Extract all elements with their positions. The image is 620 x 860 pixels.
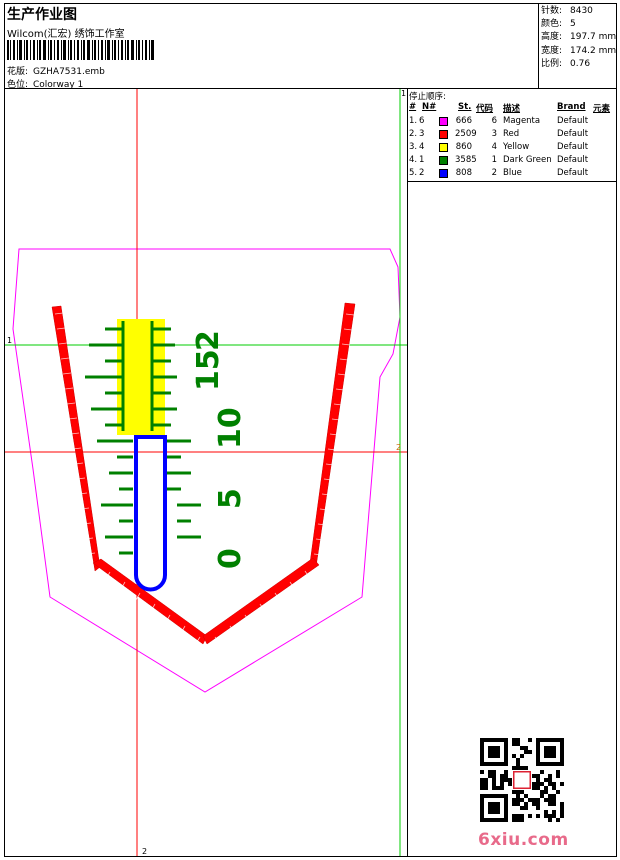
sheet-header: 生产作业图 Wilcom(汇宏) 绣饰工作室 花版: GZHA7531.emb …	[5, 4, 538, 90]
color-stop-row[interactable]: 3. 4 860 4 Yellow Default	[409, 142, 615, 154]
ruler-digit-0: 0	[213, 548, 248, 569]
studio-name: Wilcom(汇宏) 绣饰工作室	[7, 29, 125, 40]
row-description: Red	[503, 129, 520, 139]
ruler-digit-10: 10	[213, 407, 248, 449]
watermark-logo: 6xiu.com	[478, 830, 569, 850]
row-brand: Default	[557, 116, 589, 126]
ruler-digit-15: 15	[191, 349, 226, 391]
stat-stitches: 针数: 8430	[541, 5, 616, 18]
row-code: 3	[491, 129, 497, 139]
row-needle: 3	[419, 129, 425, 139]
stat-scale: 比例: 0.76	[541, 58, 616, 71]
color-stop-row[interactable]: 2. 3 2509 3 Red Default	[409, 129, 615, 141]
header-divider-vertical	[538, 3, 539, 88]
design-file-value: GZHA7531.emb	[33, 67, 105, 77]
row-needle: 2	[419, 168, 425, 178]
col-n: N#	[422, 102, 437, 112]
row-needle: 6	[419, 116, 425, 126]
guide-label-bottom: 2	[142, 847, 147, 856]
magenta-outline	[12, 248, 401, 693]
row-num: 4.	[409, 155, 418, 165]
barcode	[7, 40, 154, 60]
row-brand: Default	[557, 168, 589, 178]
col-brand: Brand	[557, 102, 586, 112]
blue-capsule	[134, 435, 167, 592]
color-swatch	[439, 169, 448, 178]
color-swatch	[439, 143, 448, 152]
row-num: 3.	[409, 142, 418, 152]
color-swatch	[439, 117, 448, 126]
design-file-info: 花版: GZHA7531.emb	[7, 64, 105, 77]
row-stitches: 3585	[455, 155, 477, 165]
qr-code	[480, 738, 564, 822]
stat-value: 174.2 mm	[570, 45, 617, 56]
col-st: St.	[458, 102, 472, 112]
row-num: 5.	[409, 168, 418, 178]
stat-value: 5	[570, 19, 576, 30]
col-elem: 元素	[593, 104, 611, 114]
stat-label: 宽度:	[541, 45, 563, 56]
stat-label: 高度:	[541, 32, 563, 43]
qr-center-logo	[512, 770, 532, 790]
color-stop-row[interactable]: 4. 1 3585 1 Dark Green Default	[409, 155, 615, 167]
row-num: 2.	[409, 129, 418, 139]
col-code: 代码	[476, 104, 494, 114]
stat-width: 宽度: 174.2 mm	[541, 45, 616, 58]
row-code: 4	[491, 142, 497, 152]
row-brand: Default	[557, 155, 589, 165]
col-desc: 描述	[503, 104, 521, 114]
stat-label: 比例:	[541, 58, 563, 69]
stat-label: 针数:	[541, 6, 563, 16]
row-description: Magenta	[503, 116, 541, 126]
row-stitches: 2509	[455, 129, 477, 139]
row-description: Dark Green	[503, 155, 552, 165]
row-stitches: 666	[455, 116, 472, 126]
stat-label: 颜色:	[541, 19, 563, 30]
row-needle: 4	[419, 142, 425, 152]
row-code: 1	[491, 155, 497, 165]
ruler-digit-2: 2	[191, 330, 226, 351]
panel-divider-horizontal	[407, 181, 617, 182]
design-canvas[interactable]: 0 5 10 15 2 1 2 1 2	[5, 89, 407, 856]
stat-value: 197.7 mm	[570, 32, 617, 43]
stat-colors: 颜色: 5	[541, 18, 616, 31]
design-file-label: 花版:	[7, 67, 29, 77]
row-stitches: 860	[455, 142, 472, 152]
stat-value: 8430	[570, 6, 593, 16]
color-swatch	[439, 130, 448, 139]
ruler-digit-5: 5	[213, 488, 248, 509]
row-code: 6	[491, 116, 497, 126]
row-description: Yellow	[503, 142, 530, 152]
page-title: 生产作业图	[7, 7, 77, 23]
guide-label-right: 2	[396, 443, 401, 452]
row-code: 2	[491, 168, 497, 178]
row-stitches: 808	[455, 168, 472, 178]
panel-divider-vertical	[407, 89, 408, 856]
stat-height: 高度: 197.7 mm	[541, 31, 616, 44]
stop-sequence-title: 停止顺序:	[409, 92, 446, 102]
design-stats: 针数: 8430 颜色: 5 高度: 197.7 mm 宽度: 174.2 mm 比例:…	[541, 5, 616, 71]
row-needle: 1	[419, 155, 425, 165]
color-stop-row[interactable]: 5. 2 808 2 Blue Default	[409, 168, 615, 180]
color-stop-row[interactable]: 1. 6 666 6 Magenta Default	[409, 116, 615, 128]
row-description: Blue	[503, 168, 522, 178]
guide-label-top: 1	[401, 89, 406, 98]
ruler-digits: 0 5 10 15 2	[191, 330, 248, 569]
col-num: #	[409, 102, 417, 112]
guide-label-left: 1	[7, 336, 12, 345]
row-brand: Default	[557, 129, 589, 139]
row-num: 1.	[409, 116, 418, 126]
stat-value: 0.76	[570, 58, 591, 69]
row-brand: Default	[557, 142, 589, 152]
color-swatch	[439, 156, 448, 165]
